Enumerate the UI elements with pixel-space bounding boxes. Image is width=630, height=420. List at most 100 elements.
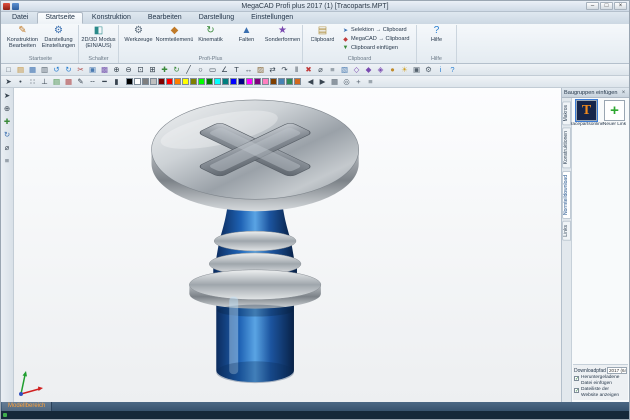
measure-tool-icon[interactable]: ⌀ <box>2 143 12 153</box>
zoom-tool-icon[interactable]: ⊕ <box>2 104 12 114</box>
snap-grid-icon[interactable]: ∷ <box>27 77 38 87</box>
color-swatch[interactable] <box>198 78 205 85</box>
color-swatch[interactable] <box>246 78 253 85</box>
panel-close-icon[interactable]: × <box>620 90 627 96</box>
tile-tracepartsonline[interactable]: T tracepartsonline <box>574 100 599 127</box>
save-icon[interactable]: ▦ <box>27 65 38 75</box>
light-icon[interactable]: ☀ <box>399 65 410 75</box>
color-swatch[interactable] <box>174 78 181 85</box>
zoom-next-icon[interactable]: ▶ <box>317 77 328 87</box>
color-swatch[interactable] <box>294 78 301 85</box>
dimension-icon[interactable]: ↔ <box>243 65 254 75</box>
polyline-icon[interactable]: ∠ <box>219 65 230 75</box>
color-swatch[interactable] <box>134 78 141 85</box>
move-icon[interactable]: ⇄ <box>267 65 278 75</box>
color-swatch[interactable] <box>286 78 293 85</box>
redo-icon[interactable]: ↻ <box>63 65 74 75</box>
color-swatch[interactable] <box>190 78 197 85</box>
ribbon-button[interactable]: ⚙ Darstellung Einstellungen <box>41 25 76 49</box>
model-space-tab[interactable]: Modellbereich <box>2 402 52 411</box>
view-3d-icon[interactable]: ◇ <box>351 65 362 75</box>
download-option[interactable]: Heruntergeladene Datei einfügen <box>574 375 627 386</box>
color-swatch[interactable] <box>182 78 189 85</box>
color-swatch[interactable] <box>230 78 237 85</box>
cut-icon[interactable]: ✂ <box>75 65 86 75</box>
zoom-window-icon[interactable]: ⊡ <box>135 65 146 75</box>
help-icon[interactable]: ? <box>447 65 458 75</box>
grid-toggle-icon[interactable]: ▦ <box>329 77 340 87</box>
color-swatch[interactable] <box>238 78 245 85</box>
settings-icon[interactable]: ⚙ <box>423 65 434 75</box>
ribbon-button[interactable]: ⚙ Werkzeuge <box>121 25 156 43</box>
ribbon-tab[interactable]: Bearbeiten <box>140 12 190 24</box>
ribbon-tab[interactable]: Einstellungen <box>243 12 301 24</box>
zoom-previous-icon[interactable]: ◀ <box>305 77 316 87</box>
color-swatch[interactable] <box>278 78 285 85</box>
panel-tab[interactable]: Makros <box>562 101 571 125</box>
coordinates-icon[interactable]: + <box>353 77 364 87</box>
shade-icon[interactable]: ◆ <box>363 65 374 75</box>
select-tool-icon[interactable]: ➤ <box>2 91 12 101</box>
ortho-icon[interactable]: ⊥ <box>39 77 50 87</box>
color-swatch[interactable] <box>150 78 157 85</box>
undo-icon[interactable]: ↺ <box>51 65 62 75</box>
pen-style-icon[interactable]: ✎ <box>75 77 86 87</box>
pan-tool-icon[interactable]: ✚ <box>2 117 12 127</box>
ribbon-button[interactable]: ↻ Kinematik <box>193 25 228 43</box>
zoom-all-icon[interactable]: ⊞ <box>147 65 158 75</box>
text-icon[interactable]: T <box>231 65 242 75</box>
mirror-icon[interactable]: ‖ <box>291 65 302 75</box>
wireframe-icon[interactable]: ◈ <box>375 65 386 75</box>
ribbon-tab[interactable]: Darstellung <box>191 12 242 24</box>
color-swatch[interactable] <box>254 78 261 85</box>
circle-icon[interactable]: ○ <box>195 65 206 75</box>
layers-tool-icon[interactable]: ≡ <box>2 156 12 166</box>
copy-icon[interactable]: ▣ <box>87 65 98 75</box>
color-swatch[interactable] <box>270 78 277 85</box>
color-swatch[interactable] <box>262 78 269 85</box>
ribbon-button[interactable]: ◆ Normteilemenü <box>157 25 192 43</box>
color-by-layer-icon[interactable]: ▦ <box>63 77 74 87</box>
minimize-button[interactable]: – <box>586 2 599 10</box>
panel-tab[interactable]: Konstruktionen <box>562 127 571 168</box>
checkbox-icon[interactable] <box>574 376 579 381</box>
ribbon-button[interactable]: ◧ 2D/3D Modus (EIN/AUS) <box>81 25 116 49</box>
quick-save-icon[interactable] <box>12 3 19 10</box>
download-option[interactable]: Dateiliste der Website anzeigen <box>574 387 627 398</box>
maximize-button[interactable]: □ <box>600 2 613 10</box>
paste-icon[interactable]: ▩ <box>99 65 110 75</box>
layer-current-icon[interactable]: ▤ <box>51 77 62 87</box>
clipboard-menu-item[interactable]: ▼ Clipboard einfügen <box>342 44 414 52</box>
download-path-value[interactable]: 2017 (64) Profi plus\Downloads <box>607 367 627 374</box>
clipboard-menu-item[interactable]: ◆ MegaCAD → Clipboard <box>342 35 414 43</box>
layers-icon[interactable]: ≡ <box>327 65 338 75</box>
attributes-icon[interactable]: ≡ <box>365 77 376 87</box>
color-swatch[interactable] <box>214 78 221 85</box>
color-swatch[interactable] <box>142 78 149 85</box>
linewidth-icon[interactable]: ━ <box>99 77 110 87</box>
tile-new-link[interactable]: + Neuer Link <box>602 100 627 127</box>
info-icon[interactable]: i <box>435 65 446 75</box>
panel-tab[interactable]: Links <box>562 221 571 241</box>
line-icon[interactable]: ╱ <box>183 65 194 75</box>
pan-icon[interactable]: ✚ <box>159 65 170 75</box>
color-swatch[interactable] <box>166 78 173 85</box>
osnap-toggle-icon[interactable]: ◎ <box>341 77 352 87</box>
hatch-icon[interactable]: ▨ <box>255 65 266 75</box>
color-swatch[interactable] <box>222 78 229 85</box>
group-icon[interactable]: ▧ <box>339 65 350 75</box>
ribbon-button[interactable]: ★ Sonderformen <box>265 25 300 43</box>
orbit-tool-icon[interactable]: ↻ <box>2 130 12 140</box>
fill-mode-icon[interactable]: ▮ <box>111 77 122 87</box>
zoom-out-icon[interactable]: ⊖ <box>123 65 134 75</box>
color-swatch[interactable] <box>158 78 165 85</box>
render-icon[interactable]: ● <box>387 65 398 75</box>
rotate-icon[interactable]: ↷ <box>279 65 290 75</box>
zoom-in-icon[interactable]: ⊕ <box>111 65 122 75</box>
ribbon-button[interactable]: ▲ Falten <box>229 25 264 43</box>
delete-icon[interactable]: ✖ <box>303 65 314 75</box>
checkbox-icon[interactable] <box>574 388 579 393</box>
close-button[interactable]: × <box>614 2 627 10</box>
ribbon-tab[interactable]: Datei <box>4 12 36 24</box>
linetype-icon[interactable]: ╌ <box>87 77 98 87</box>
